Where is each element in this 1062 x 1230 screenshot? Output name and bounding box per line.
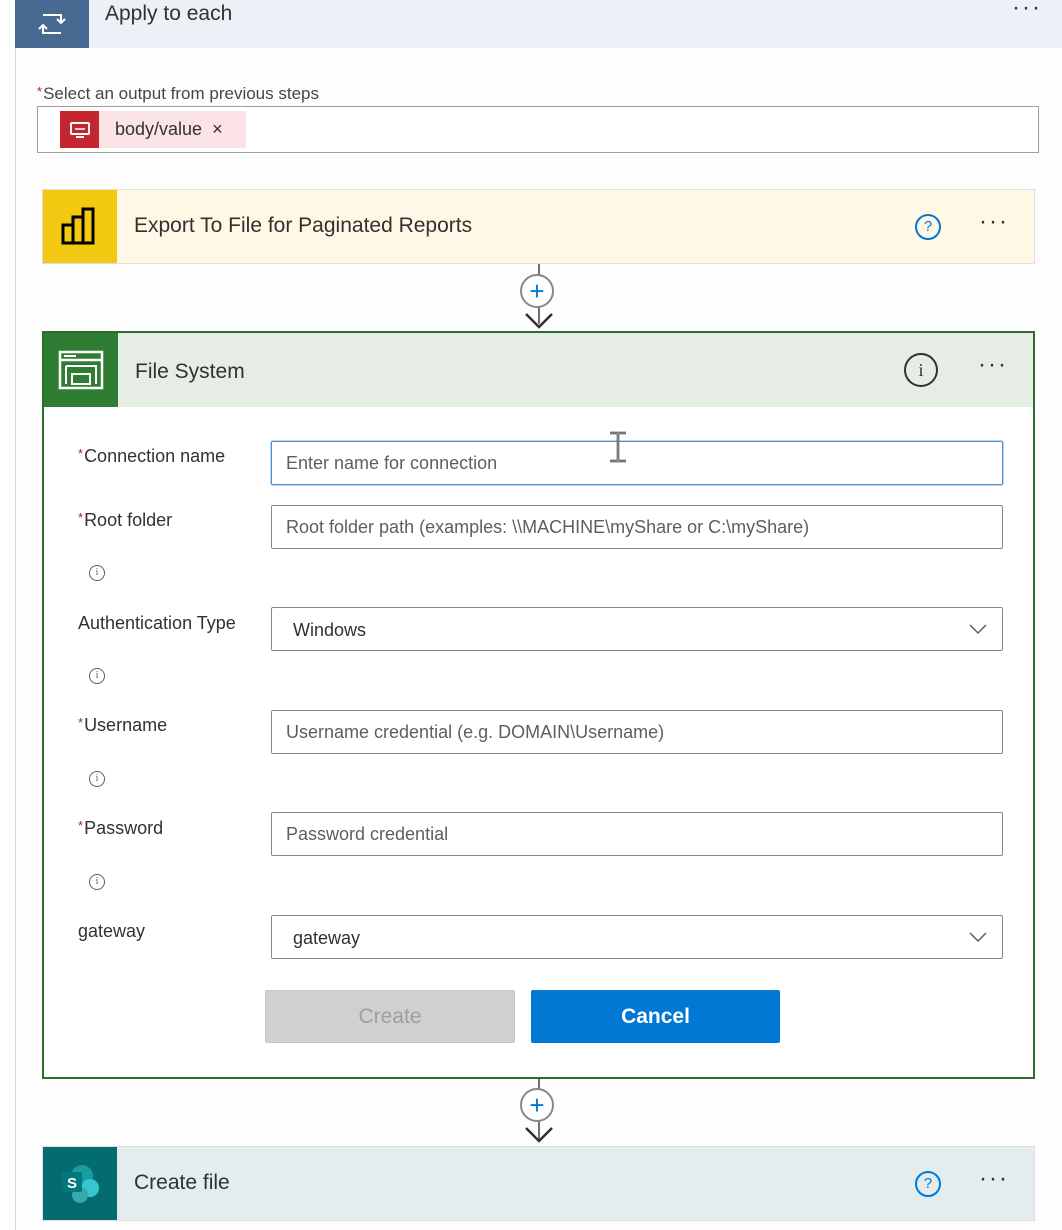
info-icon[interactable]: i — [904, 353, 938, 387]
required-marker: * — [78, 510, 84, 525]
password-input[interactable] — [271, 812, 1003, 856]
add-step-button[interactable]: + — [520, 1088, 554, 1122]
select-output-label: *Select an output from previous steps — [37, 84, 319, 104]
apply-to-each-title: Apply to each — [105, 2, 233, 25]
root-folder-label: *Root folder — [78, 510, 172, 531]
username-label-text: Username — [84, 715, 168, 735]
connection-name-label-text: Connection name — [84, 446, 226, 466]
auth-type-value: Windows — [293, 620, 367, 640]
sharepoint-icon: S — [43, 1147, 117, 1220]
export-step-more-button[interactable]: ··· — [979, 208, 1009, 236]
file-system-more-button[interactable]: ··· — [978, 351, 1008, 379]
select-output-label-text: Select an output from previous steps — [43, 84, 319, 103]
cancel-button[interactable]: Cancel — [531, 990, 780, 1043]
connection-name-input[interactable] — [271, 441, 1003, 485]
root-folder-info-icon[interactable]: i — [89, 565, 105, 581]
create-file-more-button[interactable]: ··· — [979, 1165, 1009, 1193]
gateway-value: gateway — [293, 928, 361, 948]
chevron-down-icon — [969, 932, 987, 943]
username-info-icon[interactable]: i — [89, 771, 105, 787]
sharepoint-letter: S — [67, 1175, 77, 1192]
loop-icon — [15, 0, 89, 48]
help-icon[interactable]: ? — [915, 214, 941, 240]
password-label-text: Password — [84, 818, 164, 838]
export-step-title: Export To File for Paginated Reports — [134, 214, 473, 237]
token-remove-button[interactable]: × — [212, 119, 223, 140]
apply-to-each-header[interactable]: Apply to each ··· — [15, 0, 1062, 48]
apply-to-each-more-button[interactable]: ··· — [1012, 0, 1042, 22]
username-input[interactable] — [271, 710, 1003, 754]
token-label: body/value — [115, 119, 203, 139]
report-icon — [60, 111, 99, 148]
arrow-down-icon — [525, 1127, 553, 1143]
auth-type-dropdown[interactable]: Windows — [271, 607, 1003, 651]
gateway-dropdown[interactable]: gateway — [271, 915, 1003, 959]
file-system-title: File System — [135, 360, 245, 383]
arrow-down-icon — [525, 313, 553, 329]
gateway-label: gateway — [78, 921, 146, 941]
body-value-token[interactable]: body/value × — [60, 111, 246, 148]
root-folder-input[interactable] — [271, 505, 1003, 549]
password-label: *Password — [78, 818, 163, 839]
required-marker: * — [37, 84, 43, 99]
create-file-step-header[interactable]: S Create file ? ··· — [42, 1146, 1035, 1221]
create-button[interactable]: Create — [265, 990, 515, 1043]
root-folder-label-text: Root folder — [84, 510, 173, 530]
connection-name-label: *Connection name — [78, 446, 225, 467]
file-system-icon — [44, 333, 118, 407]
text-cursor-icon — [610, 431, 626, 463]
help-icon[interactable]: ? — [915, 1171, 941, 1197]
required-marker: * — [78, 446, 84, 461]
export-step-header[interactable]: Export To File for Paginated Reports ? ·… — [42, 189, 1035, 264]
add-step-button[interactable]: + — [520, 274, 554, 308]
power-bi-icon — [43, 190, 117, 263]
select-output-field[interactable]: body/value × — [37, 106, 1039, 153]
username-label: *Username — [78, 715, 167, 736]
required-marker: * — [78, 818, 84, 833]
file-system-header[interactable]: File System i ··· — [44, 333, 1033, 407]
create-file-title: Create file — [134, 1171, 230, 1194]
file-system-card: File System i ··· *Connection name *Root… — [42, 331, 1035, 1079]
auth-type-info-icon[interactable]: i — [89, 668, 105, 684]
auth-type-label: Authentication Type — [78, 613, 236, 633]
chevron-down-icon — [969, 624, 987, 635]
required-marker: * — [78, 715, 84, 730]
password-info-icon[interactable]: i — [89, 874, 105, 890]
